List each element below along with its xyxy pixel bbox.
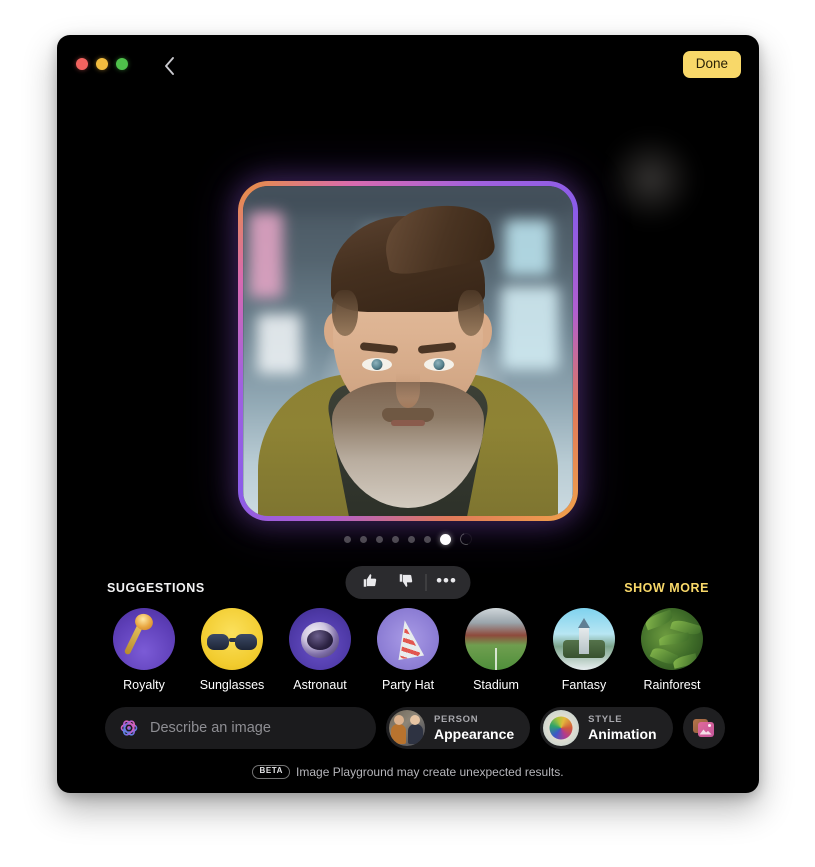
loading-spinner-icon: [458, 531, 474, 547]
rainforest-leaves-icon: [641, 608, 703, 670]
minimize-window-button[interactable]: [96, 58, 108, 70]
prompt-bar: Describe an image PERSON Appearance STYL…: [57, 707, 759, 749]
suggestion-royalty[interactable]: Royalty: [105, 608, 183, 692]
suggestion-label: Party Hat: [381, 678, 435, 692]
carousel-dot[interactable]: [408, 535, 415, 543]
suggestion-label: Astronaut: [293, 678, 347, 692]
suggestion-fantasy[interactable]: Fantasy: [545, 608, 623, 692]
chevron-left-icon: [163, 56, 176, 76]
close-window-button[interactable]: [76, 58, 88, 70]
carousel-dot[interactable]: [392, 535, 399, 543]
suggestion-label: Royalty: [123, 678, 165, 692]
style-sphere-thumb: [543, 710, 580, 746]
suggestion-sunglasses[interactable]: Sunglasses: [193, 608, 271, 692]
prompt-placeholder: Describe an image: [150, 720, 271, 736]
describe-image-input[interactable]: Describe an image: [105, 707, 376, 749]
apple-intelligence-icon: [119, 718, 139, 738]
maximize-window-button[interactable]: [116, 58, 128, 70]
person-photo-thumb: [389, 710, 425, 746]
footer-disclaimer: BETA Image Playground may create unexpec…: [57, 765, 759, 779]
suggestion-label: Sunglasses: [199, 678, 265, 692]
window-titlebar: Done: [57, 35, 759, 93]
party-hat-icon: [377, 608, 439, 670]
image-playground-window: Done ••• SUGGESTIONS SHOW MORE Royalty S…: [57, 35, 759, 793]
show-more-button[interactable]: SHOW MORE: [624, 581, 709, 595]
carousel-dot[interactable]: [360, 535, 367, 543]
carousel-dot[interactable]: [376, 535, 383, 543]
generated-image-stage: •••: [57, 93, 759, 599]
style-chip-kicker: STYLE: [588, 714, 623, 725]
stadium-icon: [465, 608, 527, 670]
fantasy-castle-icon: [553, 608, 615, 670]
portrait-subject: [243, 186, 573, 516]
suggestion-rainforest[interactable]: Rainforest: [633, 608, 711, 692]
back-button[interactable]: [155, 52, 183, 80]
suggestions-title: SUGGESTIONS: [107, 581, 205, 595]
carousel-dot-active[interactable]: [440, 533, 451, 545]
person-chip[interactable]: PERSON Appearance: [386, 707, 531, 749]
suggestions-row: Royalty Sunglasses Astronaut Party Hat S…: [57, 608, 759, 692]
photo-library-button[interactable]: [682, 707, 725, 749]
suggestion-label: Stadium: [473, 678, 519, 692]
sunglasses-icon: [201, 608, 263, 670]
carousel-dot[interactable]: [344, 535, 351, 543]
traffic-lights: [76, 58, 128, 70]
generated-image: [243, 186, 573, 516]
disclaimer-text: Image Playground may create unexpected r…: [296, 765, 564, 779]
suggestion-astronaut[interactable]: Astronaut: [281, 608, 359, 692]
carousel-dot[interactable]: [424, 535, 431, 543]
style-chip[interactable]: STYLE Animation: [540, 707, 673, 749]
screenshot-stage: Done ••• SUGGESTIONS SHOW MORE Royalty S…: [0, 0, 815, 867]
royalty-scepter-icon: [113, 608, 175, 670]
carousel-dots: [57, 531, 759, 547]
generated-image-frame[interactable]: [238, 181, 578, 521]
suggestions-header: SUGGESTIONS SHOW MORE: [57, 581, 759, 595]
photo-library-icon: [692, 718, 715, 738]
suggestion-stadium[interactable]: Stadium: [457, 608, 535, 692]
beta-badge: BETA: [252, 765, 291, 779]
ambient-glow: [605, 133, 697, 225]
person-chip-value: Appearance: [434, 726, 515, 742]
suggestion-label: Rainforest: [643, 678, 701, 692]
person-chip-kicker: PERSON: [434, 714, 479, 725]
suggestion-party-hat[interactable]: Party Hat: [369, 608, 447, 692]
done-button[interactable]: Done: [682, 51, 741, 78]
suggestion-label: Fantasy: [561, 678, 607, 692]
style-chip-value: Animation: [588, 726, 657, 742]
astronaut-helmet-icon: [289, 608, 351, 670]
